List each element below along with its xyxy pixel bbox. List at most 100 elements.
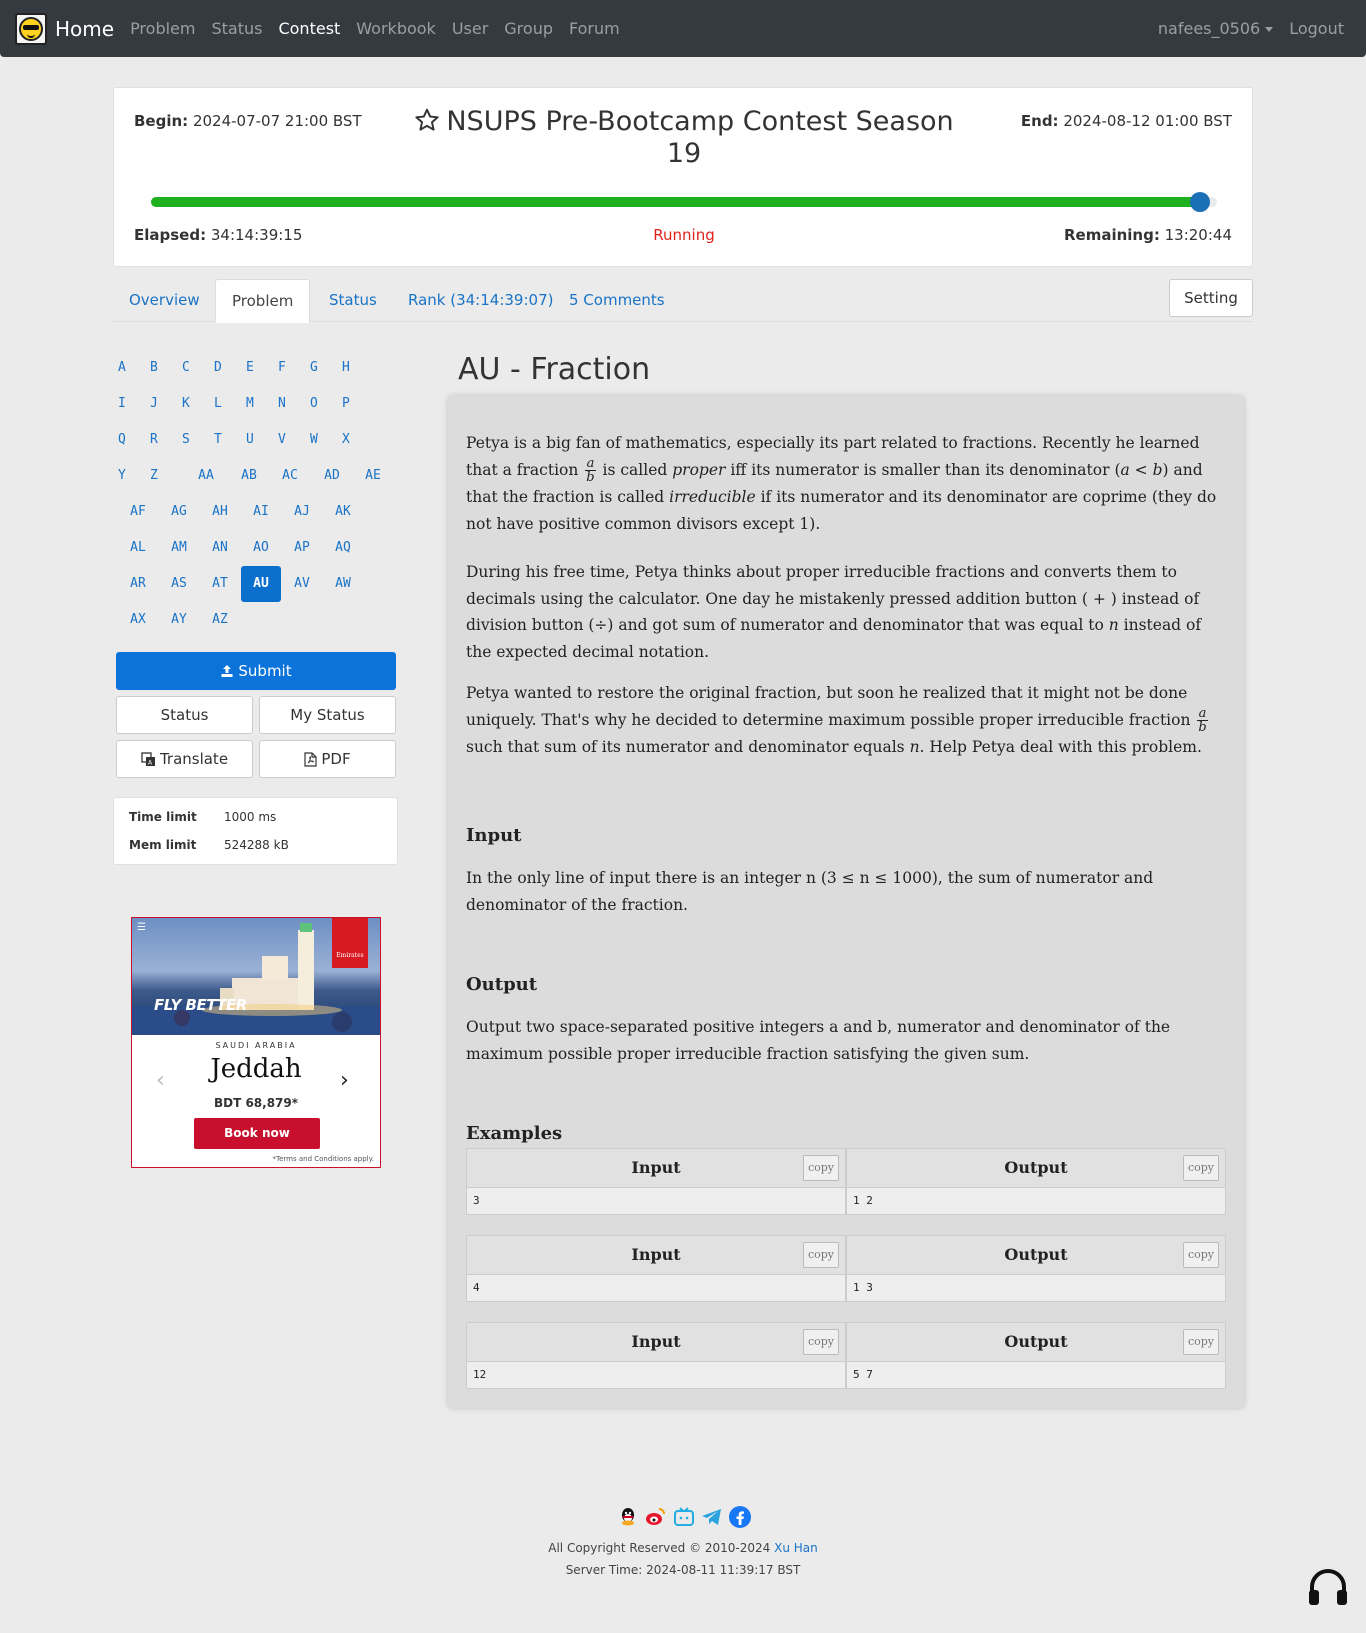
star-icon[interactable] <box>414 107 440 133</box>
tab-rank[interactable]: Rank (34:14:39:07) <box>392 279 569 322</box>
telegram-icon[interactable] <box>700 1505 724 1529</box>
example-input-value: 12 <box>466 1362 846 1389</box>
nav-forum[interactable]: Forum <box>561 19 628 38</box>
problem-letter-s[interactable]: S <box>182 422 202 458</box>
problem-letter-ax[interactable]: AX <box>118 602 158 638</box>
problem-letter-l[interactable]: L <box>214 386 234 422</box>
problem-letter-b[interactable]: B <box>150 350 170 386</box>
nav-status[interactable]: Status <box>203 19 270 38</box>
problem-letter-c[interactable]: C <box>182 350 202 386</box>
problem-letter-j[interactable]: J <box>150 386 170 422</box>
status-button[interactable]: Status <box>116 696 253 734</box>
problem-letter-o[interactable]: O <box>310 386 330 422</box>
tab-comments[interactable]: 5 Comments <box>553 279 681 322</box>
user-menu[interactable]: nafees_0506 <box>1150 19 1281 38</box>
example-output-value: 1 2 <box>846 1188 1226 1215</box>
problem-letter-q[interactable]: Q <box>118 422 138 458</box>
problem-letter-aj[interactable]: AJ <box>282 494 322 530</box>
progress-handle[interactable] <box>1189 192 1210 212</box>
problem-letter-ae[interactable]: AE <box>353 458 393 494</box>
tab-status[interactable]: Status <box>313 279 393 322</box>
upload-icon <box>221 665 233 677</box>
problem-letter-ao[interactable]: AO <box>241 530 281 566</box>
statement-paragraph-2: During his free time, Petya thinks about… <box>466 563 1202 661</box>
contest-progress-bar[interactable] <box>151 192 1217 212</box>
problem-letter-z[interactable]: Z <box>150 458 170 494</box>
nav-group[interactable]: Group <box>496 19 561 38</box>
problem-letter-ah[interactable]: AH <box>200 494 240 530</box>
problem-letter-m[interactable]: M <box>246 386 266 422</box>
problem-letter-d[interactable]: D <box>214 350 234 386</box>
problem-letter-a[interactable]: A <box>118 350 138 386</box>
copy-output-button[interactable]: copy <box>1183 1242 1219 1268</box>
problem-letter-al[interactable]: AL <box>118 530 158 566</box>
problem-letter-y[interactable]: Y <box>118 458 138 494</box>
problem-letter-ac[interactable]: AC <box>270 458 310 494</box>
problem-letter-f[interactable]: F <box>278 350 298 386</box>
problem-letter-at[interactable]: AT <box>200 566 240 602</box>
problem-letter-af[interactable]: AF <box>118 494 158 530</box>
problem-letter-h[interactable]: H <box>342 350 362 386</box>
problem-letter-ad[interactable]: AD <box>312 458 352 494</box>
problem-letter-k[interactable]: K <box>182 386 202 422</box>
nav-user[interactable]: User <box>444 19 496 38</box>
problem-letter-g[interactable]: G <box>310 350 330 386</box>
ad-next-arrow-icon[interactable]: › <box>340 1068 349 1093</box>
tab-overview[interactable]: Overview <box>113 279 216 322</box>
problem-letter-az[interactable]: AZ <box>200 602 240 638</box>
problem-letter-r[interactable]: R <box>150 422 170 458</box>
problem-letter-p[interactable]: P <box>342 386 362 422</box>
qq-icon[interactable] <box>616 1505 640 1529</box>
nav-contest[interactable]: Contest <box>270 19 348 38</box>
home-link[interactable]: Home <box>15 12 114 45</box>
bilibili-icon[interactable] <box>672 1505 696 1529</box>
ad-book-now-button[interactable]: Book now <box>194 1118 320 1149</box>
pdf-button[interactable]: PDF <box>259 740 396 778</box>
problem-letter-n[interactable]: N <box>278 386 298 422</box>
problem-letter-i[interactable]: I <box>118 386 138 422</box>
problem-letter-aq[interactable]: AQ <box>323 530 363 566</box>
problem-letter-ag[interactable]: AG <box>159 494 199 530</box>
problem-letter-aa[interactable]: AA <box>186 458 226 494</box>
problem-letter-ak[interactable]: AK <box>323 494 363 530</box>
problem-letter-an[interactable]: AN <box>200 530 240 566</box>
copy-input-button[interactable]: copy <box>803 1155 839 1181</box>
copy-output-button[interactable]: copy <box>1183 1329 1219 1355</box>
headset-icon[interactable] <box>1306 1565 1350 1613</box>
problem-letter-x[interactable]: X <box>342 422 362 458</box>
problem-letter-as[interactable]: AS <box>159 566 199 602</box>
problem-letter-aw[interactable]: AW <box>323 566 363 602</box>
example-input-value: 4 <box>466 1275 846 1302</box>
my-status-button[interactable]: My Status <box>259 696 396 734</box>
problem-letter-ab[interactable]: AB <box>229 458 269 494</box>
facebook-icon[interactable] <box>728 1505 752 1529</box>
social-links <box>616 1505 752 1529</box>
nav-workbook[interactable]: Workbook <box>348 19 444 38</box>
problem-letter-e[interactable]: E <box>246 350 266 386</box>
example-output-value: 1 3 <box>846 1275 1226 1302</box>
problem-letter-am[interactable]: AM <box>159 530 199 566</box>
copy-input-button[interactable]: copy <box>803 1242 839 1268</box>
submit-button[interactable]: Submit <box>116 652 396 690</box>
problem-letter-ai[interactable]: AI <box>241 494 281 530</box>
logout-link[interactable]: Logout <box>1281 19 1352 38</box>
translate-button[interactable]: A Translate <box>116 740 253 778</box>
problem-letter-v[interactable]: V <box>278 422 298 458</box>
problem-letter-ap[interactable]: AP <box>282 530 322 566</box>
problem-letter-t[interactable]: T <box>214 422 234 458</box>
problem-letter-au[interactable]: AU <box>241 566 281 602</box>
advertisement[interactable]: Emirates ☰ FLY BETTER SAUDI ARABIA ‹ Jed… <box>131 917 381 1168</box>
author-link[interactable]: Xu Han <box>774 1541 818 1555</box>
nav-problem[interactable]: Problem <box>122 19 203 38</box>
copy-input-button[interactable]: copy <box>803 1329 839 1355</box>
problem-letter-ar[interactable]: AR <box>118 566 158 602</box>
problem-letter-ay[interactable]: AY <box>159 602 199 638</box>
copy-output-button[interactable]: copy <box>1183 1155 1219 1181</box>
problem-letter-av[interactable]: AV <box>282 566 322 602</box>
ad-menu-icon[interactable]: ☰ <box>137 922 146 933</box>
problem-letter-u[interactable]: U <box>246 422 266 458</box>
tab-problem[interactable]: Problem <box>215 279 311 323</box>
problem-letter-w[interactable]: W <box>310 422 330 458</box>
setting-button[interactable]: Setting <box>1169 279 1253 317</box>
weibo-icon[interactable] <box>644 1505 668 1529</box>
